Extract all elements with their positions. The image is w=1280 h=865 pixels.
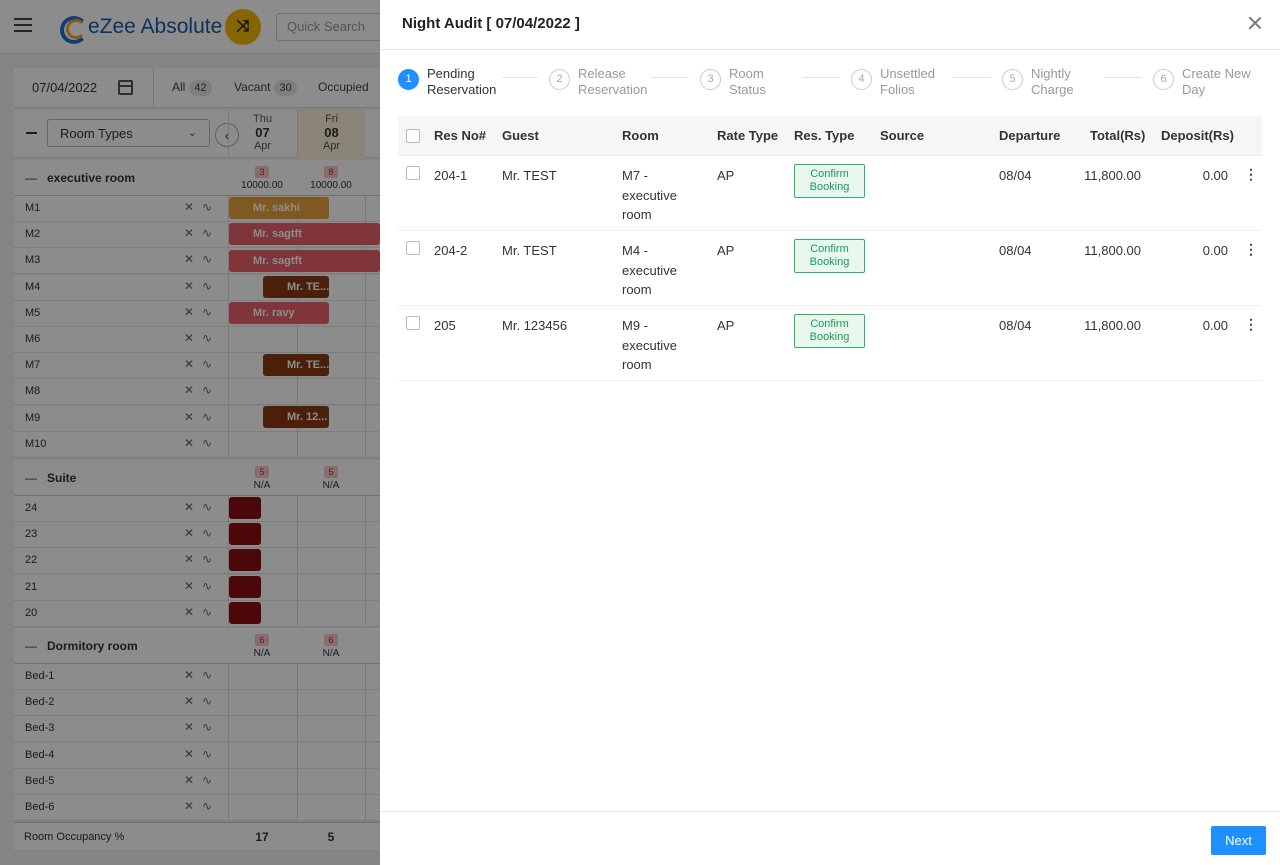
more-options-icon[interactable]: ⋮ <box>1244 241 1258 258</box>
room-name: M4 - executive room <box>622 243 677 297</box>
step-connector <box>1104 77 1142 78</box>
column-header[interactable]: Departure <box>999 128 1060 143</box>
rate-type: AP <box>717 168 735 183</box>
column-header[interactable]: Room <box>622 128 659 143</box>
step-room-status[interactable]: 3 Room Status <box>700 66 779 98</box>
departure-date: 08/04 <box>999 168 1032 183</box>
column-header[interactable]: Res No# <box>434 128 486 143</box>
column-header[interactable]: Total(Rs) <box>1090 128 1145 143</box>
room-name: M7 - executive room <box>622 168 677 222</box>
departure-date: 08/04 <box>999 318 1032 333</box>
res-type-badge: Confirm Booking <box>794 164 865 198</box>
step-label: Create New Day <box>1182 66 1251 97</box>
deposit-amount: 0.00 <box>1202 168 1228 183</box>
deposit-amount: 0.00 <box>1202 243 1228 258</box>
column-header[interactable]: Guest <box>502 128 539 143</box>
res-type-badge: Confirm Booking <box>794 239 865 273</box>
guest-name: Mr. TEST <box>502 168 557 183</box>
select-all-checkbox[interactable] <box>406 129 420 143</box>
table-body: 204-1 Mr. TEST M7 - executive room AP Confir… <box>398 156 1262 381</box>
table-row[interactable]: 204-1 Mr. TEST M7 - executive room AP Confir… <box>398 156 1262 231</box>
more-options-icon[interactable]: ⋮ <box>1244 316 1258 333</box>
close-icon[interactable] <box>1248 16 1262 30</box>
step-number: 6 <box>1153 69 1174 90</box>
steps-bar: 1 Pending Reservation 2 Release Reservat… <box>398 66 1268 106</box>
next-button[interactable]: Next <box>1211 826 1266 855</box>
reservations-table: Res No# Guest Room Rate Type Res. Type S… <box>398 116 1262 381</box>
step-nightly-charge[interactable]: 5 Nightly Charge <box>1002 66 1081 98</box>
column-header[interactable]: Res. Type <box>794 128 854 143</box>
step-pending-reservation[interactable]: 1 Pending Reservation <box>398 66 507 98</box>
more-options-icon[interactable]: ⋮ <box>1244 166 1258 183</box>
column-header[interactable]: Source <box>880 128 924 143</box>
row-checkbox[interactable] <box>406 166 420 180</box>
drawer-header: Night Audit [ 07/04/2022 ] <box>380 0 1280 50</box>
guest-name: Mr. TEST <box>502 243 557 258</box>
total-amount: 11,800.00 <box>1084 318 1141 333</box>
step-number: 4 <box>851 69 872 90</box>
rate-type: AP <box>717 243 735 258</box>
step-number: 5 <box>1002 69 1023 90</box>
row-checkbox[interactable] <box>406 316 420 330</box>
step-label: Unsettled Folios <box>880 66 935 97</box>
step-unsettled-folios[interactable]: 4 Unsettled Folios <box>851 66 940 98</box>
deposit-amount: 0.00 <box>1202 318 1228 333</box>
night-audit-drawer: Night Audit [ 07/04/2022 ] 1 Pending Res… <box>380 0 1280 865</box>
step-number: 3 <box>700 69 721 90</box>
step-release-reservation[interactable]: 2 Release Reservation <box>549 66 658 98</box>
rate-type: AP <box>717 318 735 333</box>
guest-name: Mr. 123456 <box>502 318 568 333</box>
modal-overlay[interactable] <box>0 0 380 865</box>
drawer-title: Night Audit [ 07/04/2022 ] <box>402 15 580 32</box>
step-number: 1 <box>398 69 419 90</box>
res-no: 204-1 <box>434 168 468 183</box>
total-amount: 11,800.00 <box>1084 168 1141 183</box>
step-label: Room Status <box>729 66 766 97</box>
step-label: Release Reservation <box>578 66 648 97</box>
step-connector <box>953 77 991 78</box>
row-checkbox[interactable] <box>406 241 420 255</box>
total-amount: 11,800.00 <box>1084 243 1141 258</box>
table-row[interactable]: 204-2 Mr. TEST M4 - executive room AP Confir… <box>398 231 1262 306</box>
step-label: Nightly Charge <box>1031 66 1074 97</box>
step-number: 2 <box>549 69 570 90</box>
res-type-badge: Confirm Booking <box>794 314 865 348</box>
departure-date: 08/04 <box>999 243 1032 258</box>
res-no: 205 <box>434 318 456 333</box>
step-connector <box>802 77 840 78</box>
step-create-new-day[interactable]: 6 Create New Day <box>1153 66 1262 98</box>
table-header: Res No# Guest Room Rate Type Res. Type S… <box>398 116 1262 156</box>
room-name: M9 - executive room <box>622 318 677 372</box>
step-label: Pending Reservation <box>427 66 497 97</box>
res-no: 204-2 <box>434 243 468 258</box>
drawer-footer: Next <box>380 811 1280 865</box>
table-row[interactable]: 205 Mr. 123456 M9 - executive room AP Confir… <box>398 306 1262 381</box>
step-connector <box>502 77 538 78</box>
column-header[interactable]: Deposit(Rs) <box>1161 128 1234 143</box>
column-header[interactable]: Rate Type <box>717 128 778 143</box>
